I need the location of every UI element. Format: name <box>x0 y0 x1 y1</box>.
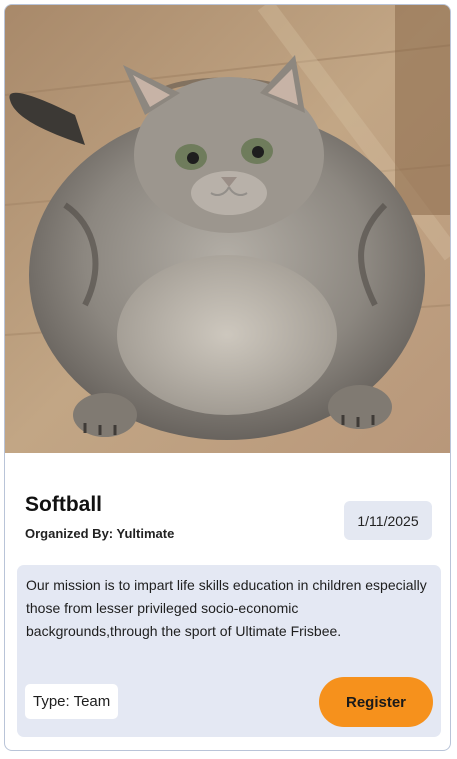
event-details-panel: Our mission is to impart life skills edu… <box>17 565 441 737</box>
event-image <box>5 5 450 453</box>
event-type-badge: Type: Team <box>25 684 119 719</box>
register-button[interactable]: Register <box>319 677 433 727</box>
event-title: Softball <box>25 493 102 516</box>
date-badge: 1/11/2025 <box>344 501 432 540</box>
organizer-label: Organized By: Yultimate <box>25 526 175 541</box>
event-card: Softball Organized By: Yultimate 1/11/20… <box>4 4 451 751</box>
event-description: Our mission is to impart life skills edu… <box>26 577 427 639</box>
